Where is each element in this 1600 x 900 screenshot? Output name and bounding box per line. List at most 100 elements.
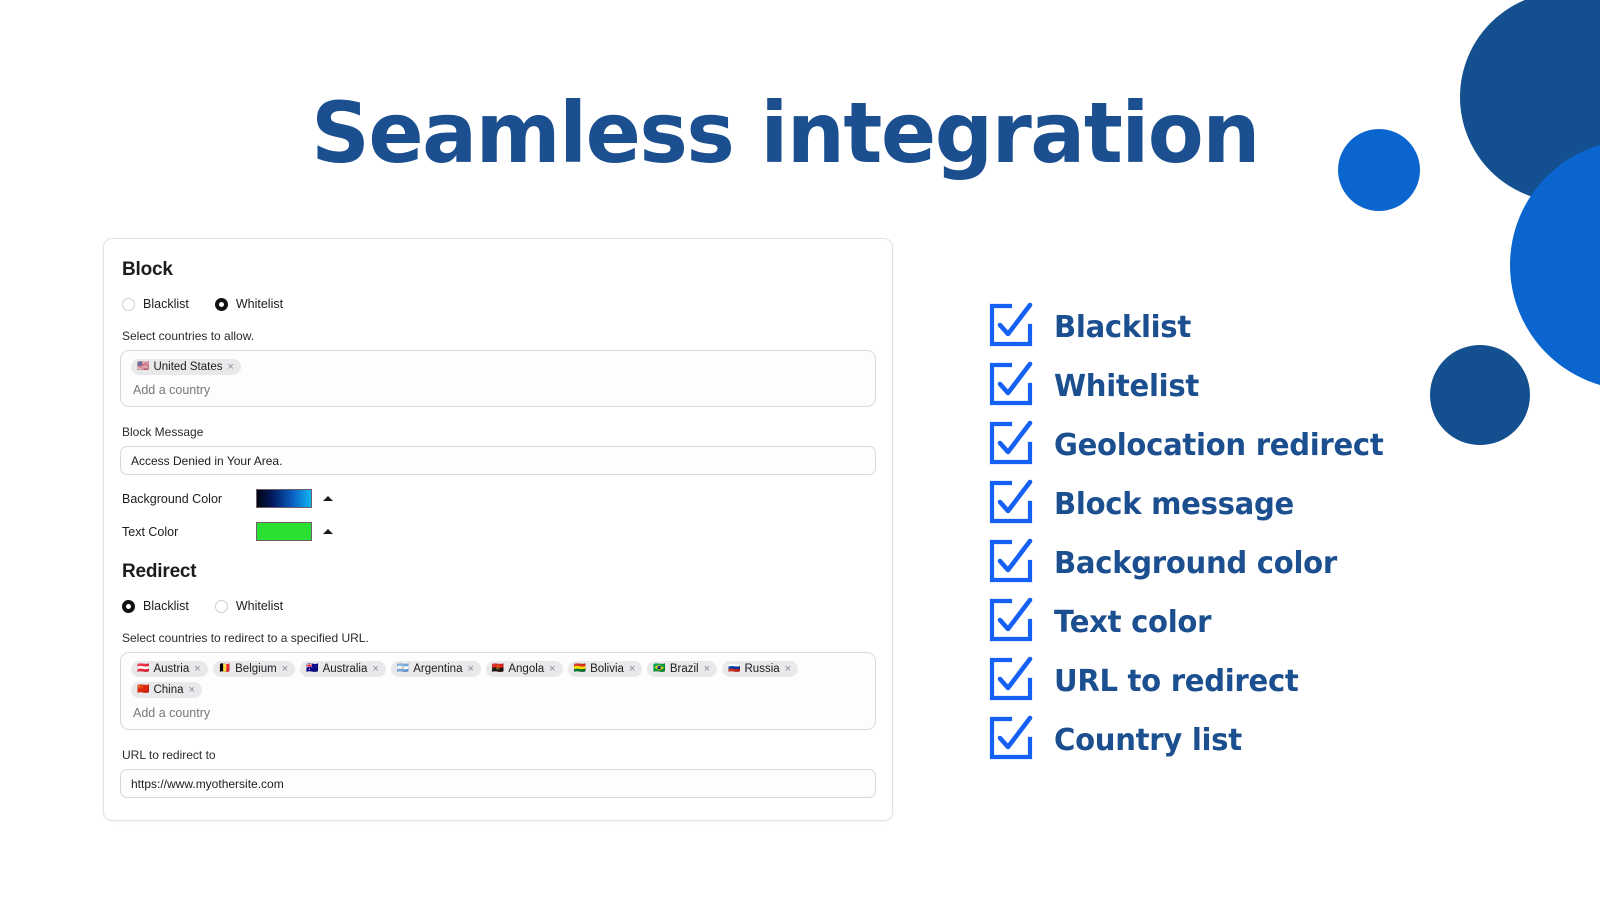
country-tag[interactable]: 🇨🇳 China × <box>131 682 202 698</box>
redirect-mode-radio-group[interactable]: Blacklist Whitelist <box>122 599 876 613</box>
close-icon[interactable]: × <box>189 684 195 696</box>
close-icon[interactable]: × <box>467 663 473 675</box>
redirect-countries-input[interactable]: 🇦🇹 Austria × 🇧🇪 Belgium × 🇦🇺 Australia × 🇦🇷 Argent… <box>120 652 876 730</box>
country-tag-label: Angola <box>508 663 545 675</box>
checkbox-checked-icon <box>985 477 1035 532</box>
country-tag[interactable]: 🇧🇴 Bolivia × <box>567 661 643 677</box>
block-mode-blacklist-option[interactable]: Blacklist <box>122 297 189 311</box>
checkbox-checked-icon <box>985 418 1035 473</box>
text-color-row[interactable]: Text Color <box>120 522 876 541</box>
feature-list-item: URL to redirect <box>985 652 1394 711</box>
country-tag[interactable]: 🇦🇹 Austria × <box>131 661 208 677</box>
redirect-mode-whitelist-option[interactable]: Whitelist <box>214 599 284 613</box>
country-tag-label: Argentina <box>413 663 463 675</box>
redirect-mode-whitelist-label: Whitelist <box>235 599 284 613</box>
feature-list-item-label: URL to redirect <box>1054 664 1299 699</box>
country-tag-label: United States <box>153 361 223 373</box>
feature-checklist: Blacklist Whitelist Geolocation redirect Bl… <box>985 298 1394 770</box>
country-flag-icon: 🇺🇸 <box>137 361 150 372</box>
background-color-label: Background Color <box>122 491 223 506</box>
close-icon[interactable]: × <box>372 663 378 675</box>
block-mode-blacklist-label: Blacklist <box>143 297 189 311</box>
redirect-mode-blacklist-option[interactable]: Blacklist <box>122 599 189 613</box>
country-flag-icon: 🇧🇪 <box>218 663 232 674</box>
feature-list-item-label: Country list <box>1054 723 1242 758</box>
radio-unselected-icon[interactable] <box>122 297 135 311</box>
country-flag-icon: 🇦🇴 <box>491 663 505 674</box>
close-icon[interactable]: × <box>228 361 234 373</box>
country-flag-icon: 🇦🇺 <box>306 663 319 674</box>
country-tag[interactable]: 🇷🇺 Russia × <box>722 661 799 677</box>
feature-list-item-label: Text color <box>1054 605 1212 640</box>
close-icon[interactable]: × <box>282 663 288 675</box>
radio-selected-icon[interactable] <box>122 599 135 613</box>
block-add-country-placeholder[interactable]: Add a country <box>133 383 865 397</box>
country-tag[interactable]: 🇧🇷 Brazil × <box>647 661 718 677</box>
checkbox-checked-icon <box>985 359 1035 414</box>
redirect-add-country-placeholder[interactable]: Add a country <box>133 706 865 720</box>
feature-list-item: Text color <box>985 593 1394 652</box>
block-mode-radio-group[interactable]: Blacklist Whitelist <box>122 297 876 311</box>
country-tag-label: Bolivia <box>590 663 624 675</box>
close-icon[interactable]: × <box>629 663 635 675</box>
feature-list-item: Whitelist <box>985 357 1394 416</box>
feature-list-item-label: Block message <box>1054 487 1295 522</box>
chevron-up-icon[interactable] <box>323 529 333 534</box>
country-tag-label: Australia <box>322 663 368 675</box>
country-tag-label: Russia <box>744 663 780 675</box>
block-mode-whitelist-label: Whitelist <box>235 297 284 311</box>
block-message-value: Access Denied in Your Area. <box>131 453 283 468</box>
country-flag-icon: 🇧🇴 <box>573 663 587 674</box>
page-title: Seamless integration <box>311 84 1260 182</box>
decorative-circle-navy-bottom <box>1430 345 1530 445</box>
feature-list-item-label: Background color <box>1054 546 1337 581</box>
checkbox-checked-icon <box>985 300 1035 355</box>
country-tag[interactable]: 🇦🇺 Australia × <box>300 661 386 677</box>
feature-list-item: Background color <box>985 534 1394 593</box>
close-icon[interactable]: × <box>785 663 791 675</box>
feature-list-item-label: Whitelist <box>1054 369 1199 404</box>
radio-unselected-icon[interactable] <box>214 599 228 613</box>
country-flag-icon: 🇦🇷 <box>396 663 410 674</box>
country-tag[interactable]: 🇺🇸 United States × <box>131 359 241 375</box>
feature-list-item: Block message <box>985 475 1394 534</box>
country-tag-label: Austria <box>153 663 190 675</box>
country-flag-icon: 🇧🇷 <box>653 663 666 674</box>
feature-list-item: Country list <box>985 711 1394 770</box>
block-country-tag-list: 🇺🇸 United States × <box>131 359 865 375</box>
country-flag-icon: 🇷🇺 <box>728 663 741 674</box>
block-countries-label: Select countries to allow. <box>122 329 255 343</box>
background-color-row[interactable]: Background Color <box>120 489 876 508</box>
redirect-section-heading: Redirect <box>122 561 197 582</box>
country-flag-icon: 🇦🇹 <box>137 663 150 674</box>
text-color-label: Text Color <box>122 524 179 539</box>
checkbox-checked-icon <box>985 595 1035 650</box>
background-color-swatch[interactable] <box>256 489 312 508</box>
country-tag[interactable]: 🇧🇪 Belgium × <box>212 661 296 677</box>
close-icon[interactable]: × <box>704 663 710 675</box>
redirect-url-input[interactable]: https://www.myothersite.com <box>120 769 876 798</box>
country-tag-label: China <box>153 684 184 696</box>
close-icon[interactable]: × <box>549 663 555 675</box>
redirect-url-label: URL to redirect to <box>122 748 216 762</box>
chevron-up-icon[interactable] <box>323 496 333 501</box>
redirect-country-tag-list: 🇦🇹 Austria × 🇧🇪 Belgium × 🇦🇺 Australia × 🇦🇷 Argent… <box>131 661 865 698</box>
feature-list-item: Blacklist <box>985 298 1394 357</box>
block-message-label: Block Message <box>122 425 204 439</box>
block-message-input[interactable]: Access Denied in Your Area. <box>120 446 876 475</box>
redirect-mode-blacklist-label: Blacklist <box>143 599 189 613</box>
checkbox-checked-icon <box>985 536 1035 591</box>
text-color-swatch[interactable] <box>256 522 312 541</box>
feature-list-item-label: Geolocation redirect <box>1054 428 1384 463</box>
redirect-countries-label: Select countries to redirect to a specif… <box>122 631 369 645</box>
block-countries-input[interactable]: 🇺🇸 United States × Add a country <box>120 350 876 407</box>
checkbox-checked-icon <box>985 654 1035 709</box>
block-mode-whitelist-option[interactable]: Whitelist <box>214 297 284 311</box>
checkbox-checked-icon <box>985 713 1035 768</box>
feature-list-item-label: Blacklist <box>1054 310 1191 345</box>
radio-selected-icon[interactable] <box>214 297 228 311</box>
close-icon[interactable]: × <box>194 663 200 675</box>
country-tag[interactable]: 🇦🇴 Angola × <box>485 661 563 677</box>
feature-list-item: Geolocation redirect <box>985 416 1394 475</box>
country-tag[interactable]: 🇦🇷 Argentina × <box>390 661 481 677</box>
